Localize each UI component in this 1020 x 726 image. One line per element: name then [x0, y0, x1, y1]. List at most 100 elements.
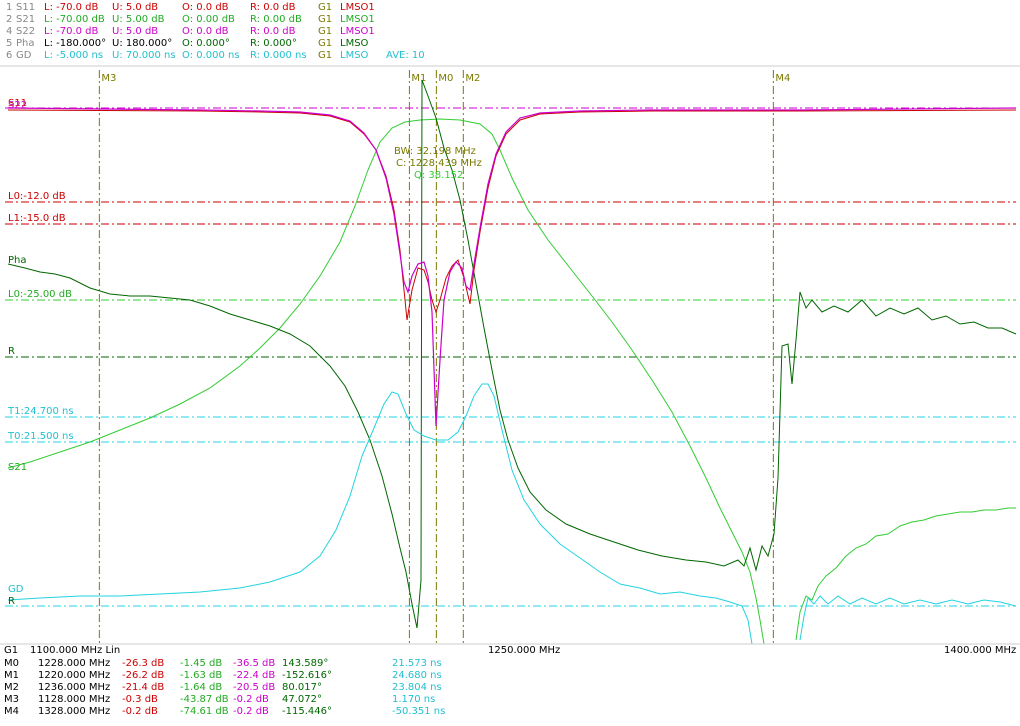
marker-cell-pha: 47.072° [282, 694, 322, 705]
trace-ref: R: 0.000° [250, 38, 297, 49]
label-pha: Pha [8, 255, 27, 266]
plot-area[interactable]: M3 M1 M0 M2 M4 S11 S22 L0:-12.0 dB L1:-15.0 … [0, 65, 1020, 645]
averaging-status: AVE: 10 [386, 50, 425, 61]
trace-mode: LMSO1 [340, 2, 375, 13]
marker-cell-s11: -0.3 dB [122, 694, 158, 705]
trace-name: Pha [16, 38, 35, 49]
label-limit-t1: T1:24.700 ns [7, 406, 74, 417]
marker-table: M0 1228.000 MHz -26.3 dB -1.45 dB -36.5 dB 14… [4, 658, 445, 717]
axis-start-frequency: 1100.000 MHz Lin [30, 645, 120, 656]
trace-name: S22 [16, 26, 35, 37]
marker-label-m2: M2 [465, 73, 480, 84]
marker-cell-s22: -0.2 dB [233, 694, 269, 705]
trace-upper: U: 5.00 dB [112, 14, 165, 25]
trace-number: 1 [6, 2, 12, 13]
trace-name: S11 [16, 2, 35, 13]
trace-ref: R: 0.0 dB [250, 2, 296, 13]
trace-row-s22[interactable]: 4 S22 L: -70.0 dB U: 5.0 dB O: 0.0 dB R:… [6, 26, 375, 37]
marker-cell-s22: -20.5 dB [233, 682, 275, 693]
trace-name: GD [16, 50, 32, 61]
trace-lower: L: -180.000° [44, 38, 106, 49]
marker-table-row: M1 1220.000 MHz -26.2 dB -1.63 dB -22.4 dB -1… [4, 670, 442, 681]
marker-table-row: M4 1328.000 MHz -0.2 dB -74.61 dB -0.2 dB -11… [4, 706, 445, 717]
marker-cell-s21: -74.61 dB [180, 706, 229, 717]
trace-row-gd[interactable]: 6 GD L: -5.000 ns U: 70.000 ns O: 0.000 … [6, 50, 425, 61]
marker-cell-gd: 23.804 ns [392, 682, 442, 693]
marker-cell-s21: -1.64 dB [180, 682, 222, 693]
frequency-axis: G1 1100.000 MHz Lin 1250.000 MHz 1400.00… [0, 643, 1020, 656]
marker-cell-pha: -115.446° [282, 706, 332, 717]
trace-phase-curve [7, 79, 1017, 629]
center-frequency: C: 1228.439 MHz [396, 158, 482, 169]
trace-upper: U: 180.000° [112, 38, 172, 49]
trace-upper: U: 5.0 dB [112, 26, 158, 37]
trace-group: G1 [318, 38, 332, 49]
trace-number: 6 [6, 50, 12, 61]
trace-number: 5 [6, 38, 12, 49]
marker-cell-freq: 1128.000 MHz [38, 694, 110, 705]
trace-group: G1 [318, 14, 332, 25]
trace-number: 4 [6, 26, 12, 37]
trace-lower: L: -5.000 ns [44, 50, 103, 61]
vna-screen: 1 S11 L: -70.0 dB U: 5.0 dB O: 0.0 dB R:… [0, 2, 1020, 717]
axis-group: G1 [4, 645, 18, 656]
marker-cell-s22: -0.2 dB [233, 706, 269, 717]
label-s22: S22 [8, 100, 27, 111]
trace-ref: R: 0.0 dB [250, 26, 296, 37]
marker-cell-name: M0 [4, 658, 19, 669]
trace-offset: O: 0.00 dB [182, 14, 235, 25]
trace-name: S21 [16, 14, 35, 25]
trace-group: G1 [318, 50, 332, 61]
trace-offset: O: 0.0 dB [182, 26, 229, 37]
marker-cell-freq: 1328.000 MHz [38, 706, 110, 717]
trace-group: G1 [318, 26, 332, 37]
label-gd: GD [8, 584, 24, 595]
marker-label-m4: M4 [775, 73, 790, 84]
marker-cell-s11: -26.2 dB [122, 670, 164, 681]
trace-s22-curve [7, 107, 1017, 427]
trace-group-delay-curve [7, 383, 1017, 645]
trace-s21-curve [7, 118, 1016, 645]
marker-cell-name: M2 [4, 682, 19, 693]
q-factor: Q: 38.152 [414, 170, 463, 181]
marker-cell-gd: 21.573 ns [392, 658, 442, 669]
marker-cell-s11: -26.3 dB [122, 658, 164, 669]
marker-cell-pha: -152.616° [282, 670, 332, 681]
trace-row-pha[interactable]: 5 Pha L: -180.000° U: 180.000° O: 0.000°… [6, 38, 369, 49]
trace-upper: U: 5.0 dB [112, 2, 158, 13]
bw-value: BW: 32.198 MHz [394, 146, 476, 157]
label-limit-s21: L0:-25.00 dB [8, 289, 72, 300]
marker-cell-s21: -1.45 dB [180, 658, 222, 669]
marker-cell-name: M1 [4, 670, 19, 681]
trace-s11-curve [7, 109, 1017, 321]
marker-cell-s11: -21.4 dB [122, 682, 164, 693]
trace-mode: LMSO [340, 50, 369, 61]
trace-offset: O: 0.0 dB [182, 2, 229, 13]
marker-cell-freq: 1220.000 MHz [38, 670, 110, 681]
label-gd-ref: R [8, 596, 15, 607]
marker-table-row: M3 1128.000 MHz -0.3 dB -43.87 dB -0.2 dB 47.… [4, 694, 435, 705]
trace-ref: R: 0.00 dB [250, 14, 302, 25]
label-phase-ref: R [8, 346, 15, 357]
marker-cell-gd: -50.351 ns [392, 706, 445, 717]
marker-cell-pha: 143.589° [282, 658, 328, 669]
label-limit-l1: L1:-15.0 dB [8, 213, 66, 224]
label-limit-t0: T0:21.500 ns [7, 431, 74, 442]
marker-cell-s22: -22.4 dB [233, 670, 275, 681]
marker-label-m0: M0 [438, 73, 453, 84]
label-s21: S21 [8, 462, 27, 473]
marker-cell-s21: -43.87 dB [180, 694, 229, 705]
marker-cell-gd: 1.170 ns [392, 694, 435, 705]
trace-lower: L: -70.0 dB [44, 26, 99, 37]
trace-lower: L: -70.0 dB [44, 2, 99, 13]
trace-group: G1 [318, 2, 332, 13]
trace-mode: LMSO [340, 38, 369, 49]
trace-upper: U: 70.000 ns [112, 50, 176, 61]
marker-cell-s21: -1.63 dB [180, 670, 222, 681]
marker-table-row: M0 1228.000 MHz -26.3 dB -1.45 dB -36.5 dB 14… [4, 658, 442, 669]
trace-offset: O: 0.000 ns [182, 50, 240, 61]
trace-mode: LMSO1 [340, 14, 375, 25]
trace-row-s11[interactable]: 1 S11 L: -70.0 dB U: 5.0 dB O: 0.0 dB R:… [6, 2, 375, 13]
marker-cell-gd: 24.680 ns [392, 670, 442, 681]
trace-row-s21[interactable]: 2 S21 L: -70.00 dB U: 5.00 dB O: 0.00 dB… [6, 14, 375, 25]
